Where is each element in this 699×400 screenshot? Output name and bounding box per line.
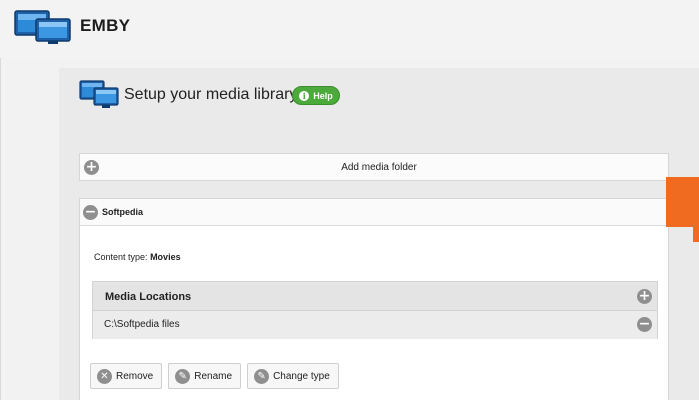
media-locations-title: Media Locations: [105, 291, 192, 303]
help-label: Help: [313, 90, 333, 101]
content-type-label: Content type:: [94, 252, 148, 262]
help-button[interactable]: i Help: [292, 86, 340, 105]
library-actions: ✕ Remove ✎ Rename ✎ Change type: [90, 363, 339, 389]
add-media-folder-label: Add media folder: [341, 162, 417, 173]
remove-location-minus-icon[interactable]: −: [637, 317, 652, 332]
change-type-label: Change type: [273, 370, 330, 382]
remove-button[interactable]: ✕ Remove: [90, 363, 163, 389]
media-locations-table: Media Locations + C:\Softpedia files −: [92, 281, 658, 339]
app-header: EMBY: [0, 0, 699, 58]
rename-label: Rename: [194, 370, 233, 382]
content-type: Content type: Movies: [94, 252, 181, 262]
orange-side-tab-notch: [693, 220, 699, 242]
add-location-plus-icon[interactable]: +: [637, 289, 652, 304]
edit-icon: ✎: [254, 368, 270, 384]
table-row: C:\Softpedia files −: [93, 311, 657, 339]
rename-icon: ✎: [175, 368, 191, 384]
remove-icon: ✕: [97, 368, 112, 384]
library-header[interactable]: − Softpedia: [80, 199, 668, 226]
change-type-button[interactable]: ✎ Change type: [247, 363, 339, 389]
app-title: EMBY: [80, 16, 131, 35]
rename-button[interactable]: ✎ Rename: [168, 363, 242, 389]
emby-monitors-icon[interactable]: [14, 9, 72, 45]
content-type-value: Movies: [150, 252, 181, 262]
info-icon: i: [299, 90, 310, 101]
library-name: Softpedia: [102, 207, 144, 217]
add-media-folder-button[interactable]: + Add media folder: [79, 153, 669, 181]
location-path: C:\Softpedia files: [104, 319, 180, 330]
media-locations-header: Media Locations +: [93, 282, 657, 311]
minus-circle-icon[interactable]: −: [83, 205, 98, 220]
library-card: − Softpedia Content type: Movies Media L…: [79, 198, 669, 400]
library-monitors-icon: [79, 80, 119, 108]
remove-label: Remove: [116, 370, 154, 382]
page-title: Setup your media library: [124, 86, 298, 103]
